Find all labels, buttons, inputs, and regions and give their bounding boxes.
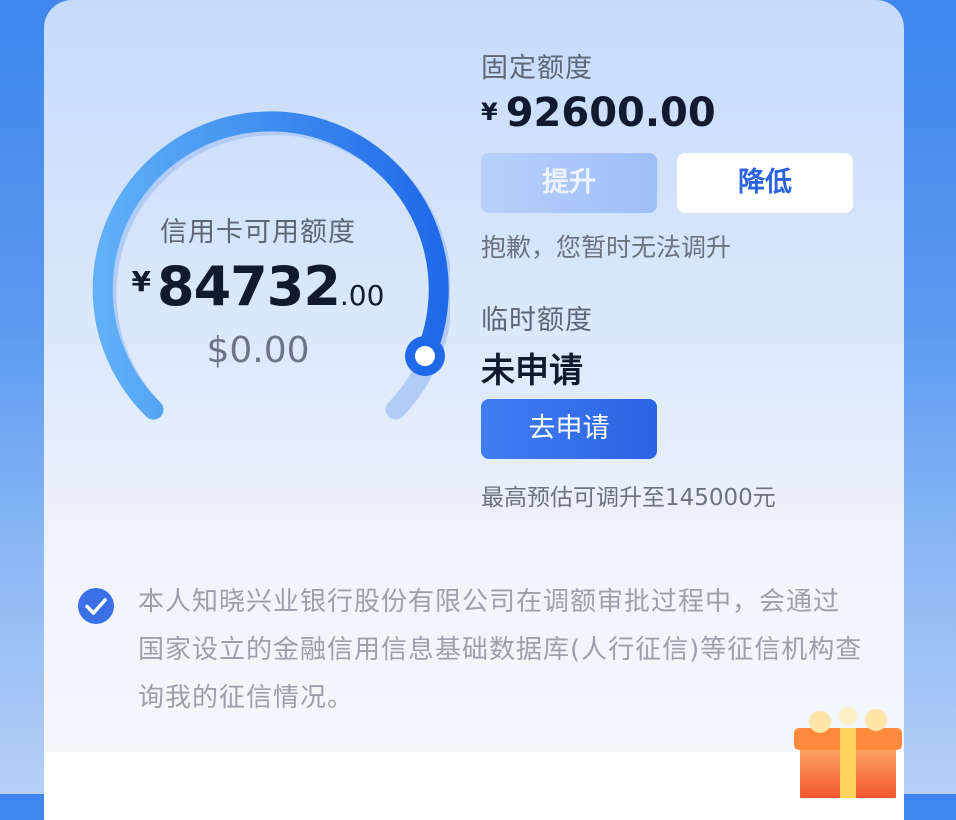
- gift-box-icon[interactable]: [784, 706, 914, 798]
- currency-symbol: ¥: [481, 98, 498, 126]
- raise-button[interactable]: 提升: [481, 153, 657, 213]
- apply-button[interactable]: 去申请: [481, 399, 657, 459]
- checkbox-checked-icon[interactable]: [78, 588, 114, 624]
- max-estimate-text: 最高预估可调升至145000元: [481, 485, 776, 511]
- bottom-section: [44, 752, 904, 820]
- currency-symbol: ¥: [131, 265, 152, 298]
- amount-integer: 84732: [157, 255, 341, 318]
- amount-decimal: .00: [339, 279, 385, 312]
- raise-unavailable-hint: 抱歉，您暂时无法调升: [481, 233, 732, 262]
- fixed-amount-value: 92600.00: [505, 90, 716, 136]
- available-limit-amount: ¥84732.00: [88, 255, 428, 318]
- consent-text: 本人知晓兴业银行股份有限公司在调额审批过程中，会通过国家设立的金融信用信息基础数…: [138, 587, 863, 713]
- temporary-limit-label: 临时额度: [481, 305, 593, 336]
- temporary-limit-status: 未申请: [481, 351, 583, 391]
- fixed-limit-label: 固定额度: [481, 53, 593, 84]
- usd-amount: $0.00: [206, 330, 310, 371]
- available-limit-label: 信用卡可用额度: [160, 217, 356, 248]
- lower-button[interactable]: 降低: [677, 153, 853, 213]
- credit-limit-card: 信用卡可用额度 ¥84732.00 $0.00 固定额度 ¥92600.00 提…: [44, 0, 904, 820]
- fixed-limit-amount: ¥92600.00: [481, 90, 716, 136]
